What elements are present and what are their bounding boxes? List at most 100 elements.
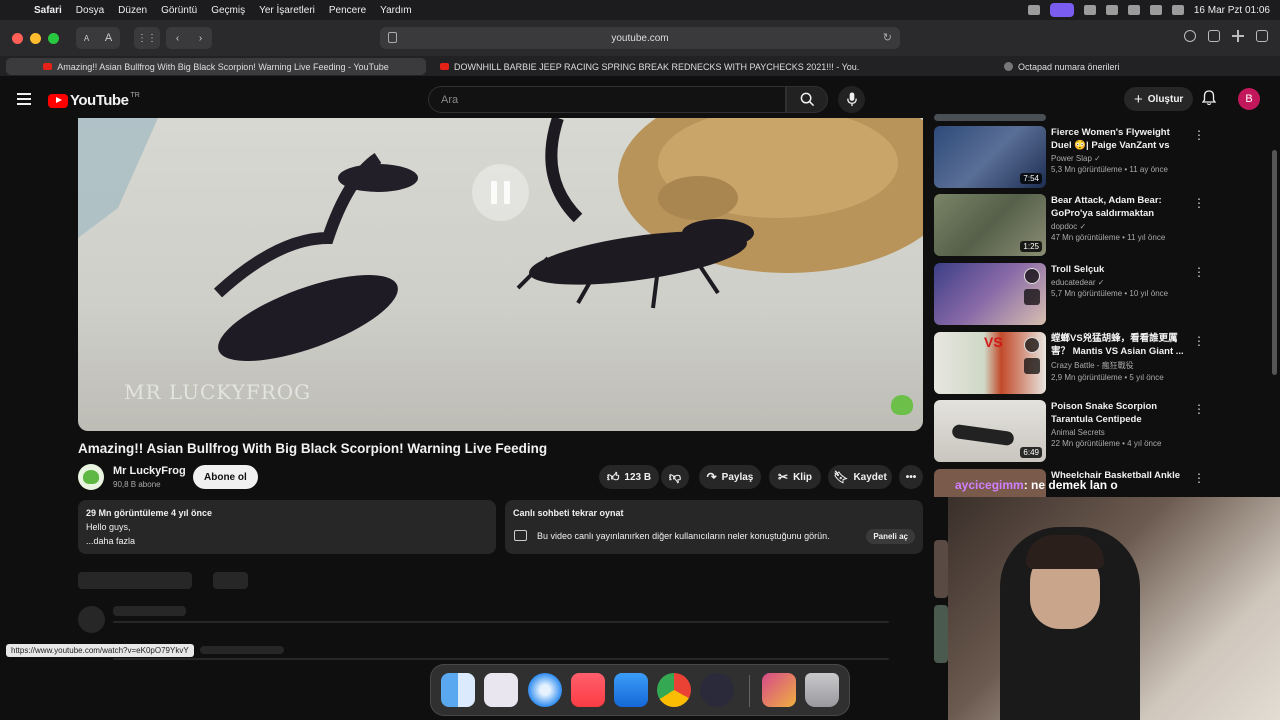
rec-thumbnail[interactable]: 7:54 — [934, 126, 1046, 188]
rec-video[interactable]: 6:49 Poison Snake Scorpion Tarantula Cen… — [934, 400, 1264, 462]
menu-yer-isaretleri[interactable]: Yer İşaretleri — [259, 5, 315, 16]
rec-video[interactable]: 7:54 Fierce Women's Flyweight Duel 😳| Pa… — [934, 126, 1264, 188]
voice-search-button[interactable] — [838, 86, 865, 113]
focus-icon[interactable] — [1149, 5, 1162, 15]
rec-more-icon[interactable]: ⋮ — [1193, 196, 1205, 210]
menu-goruntu[interactable]: Görüntü — [161, 5, 197, 16]
cloud-icon[interactable] — [1027, 5, 1040, 15]
reload-icon[interactable]: ↻ — [883, 31, 892, 44]
rec-video[interactable]: 1:25 Bear Attack, Adam Bear: GoPro'ya sa… — [934, 194, 1264, 256]
tab-overview-icon[interactable] — [1256, 30, 1268, 42]
download-icon[interactable] — [1184, 30, 1196, 42]
tab-youtube-barbie-jeep[interactable]: DOWNHILL BARBIE JEEP RACING SPRING BREAK… — [440, 58, 860, 75]
minimize-window-button[interactable] — [30, 32, 41, 44]
search-input[interactable]: Ara — [428, 86, 786, 113]
youtube-logo[interactable]: YouTube TR — [48, 92, 140, 109]
rec-channel[interactable]: educatedear ✓ — [1051, 278, 1186, 287]
menu-pencere[interactable]: Pencere — [329, 5, 366, 16]
rec-thumbnail[interactable] — [934, 263, 1046, 325]
tab-overview-button[interactable]: ⋮⋮ — [134, 27, 160, 49]
like-button[interactable]: 👍︎ 123 B — [599, 465, 659, 489]
address-bar[interactable]: youtube.com ↻ — [380, 27, 900, 49]
rec-title[interactable]: Bear Attack, Adam Bear: GoPro'ya saldırm… — [1051, 194, 1186, 220]
screen-record-icon[interactable] — [1049, 3, 1074, 17]
downloads-folder-icon[interactable] — [762, 673, 796, 707]
subscriber-count: 90,8 B abone — [113, 480, 161, 489]
menu-dosya[interactable]: Dosya — [76, 5, 104, 16]
rec-meta: 5,3 Mn görüntüleme • 11 ay önce — [1051, 165, 1168, 174]
rec-more-icon[interactable]: ⋮ — [1193, 128, 1205, 142]
youtube-favicon-icon — [440, 63, 449, 70]
new-tab-icon[interactable] — [1232, 30, 1244, 42]
more-actions-button[interactable]: ••• — [899, 465, 923, 489]
close-window-button[interactable] — [12, 32, 23, 44]
notifications-bell-icon[interactable] — [1202, 90, 1216, 106]
rec-channel[interactable]: dopdoc ✓ — [1051, 222, 1186, 231]
safari-icon[interactable] — [528, 673, 562, 707]
share-button[interactable]: ↷ Paylaş — [699, 465, 761, 489]
rec-channel[interactable]: Animal Secrets — [1051, 428, 1186, 437]
search-button[interactable] — [786, 86, 828, 113]
video-title: Amazing!! Asian Bullfrog With Big Black … — [78, 441, 548, 456]
reader-font-small-button[interactable]: A A — [76, 27, 120, 49]
menubar-clock[interactable]: 16 Mar Pzt 01:06 — [1194, 5, 1270, 16]
tab-octapad[interactable]: Octapad numara önerileri — [1004, 58, 1204, 75]
menu-safari[interactable]: Safari — [34, 5, 62, 16]
control-center-icon[interactable] — [1171, 5, 1184, 15]
rec-video[interactable]: VS 螳螂VS兇猛胡蜂，看看誰更厲害？ Mantis VS Asian Gian… — [934, 332, 1264, 394]
subscribe-button[interactable]: Abone ol — [193, 465, 258, 489]
chrome-icon[interactable] — [657, 673, 691, 707]
share-icon[interactable] — [1208, 30, 1220, 42]
rec-more-icon[interactable]: ⋮ — [1193, 402, 1205, 416]
clip-button[interactable]: ✂ Klip — [769, 465, 821, 489]
forward-icon[interactable]: › — [199, 33, 202, 44]
channel-name[interactable]: Mr LuckyFrog — [113, 465, 186, 477]
save-button[interactable]: 🔖︎ Kaydet — [828, 465, 892, 489]
rec-thumbnail[interactable]: VS — [934, 332, 1046, 394]
back-icon[interactable]: ‹ — [176, 33, 179, 44]
menu-icon[interactable] — [17, 93, 31, 105]
add-to-queue-icon[interactable] — [1024, 289, 1040, 305]
add-to-queue-icon[interactable] — [1024, 358, 1040, 374]
rec-channel[interactable]: Power Slap ✓ — [1051, 154, 1186, 163]
zoom-window-button[interactable] — [48, 32, 59, 44]
account-avatar[interactable]: B — [1238, 88, 1260, 110]
rec-more-icon[interactable]: ⋮ — [1193, 471, 1205, 485]
dislike-button[interactable]: 👎︎ — [661, 465, 689, 489]
music-icon[interactable] — [571, 673, 605, 707]
rec-more-icon[interactable]: ⋮ — [1193, 334, 1205, 348]
pause-button[interactable] — [472, 164, 529, 221]
address-text: youtube.com — [611, 32, 669, 44]
media-icon[interactable] — [1127, 5, 1140, 15]
menu-yardim[interactable]: Yardım — [380, 5, 412, 16]
video-player[interactable]: MR LUCKYFROG — [78, 118, 923, 431]
watch-later-icon[interactable] — [1024, 337, 1040, 353]
rec-more-icon[interactable]: ⋮ — [1193, 265, 1205, 279]
tab-youtube-bullfrog[interactable]: Amazing!! Asian Bullfrog With Big Black … — [6, 58, 426, 75]
finder-icon[interactable] — [441, 673, 475, 707]
create-button[interactable]: + Oluştur — [1124, 87, 1194, 111]
menu-gecmis[interactable]: Geçmiş — [211, 5, 245, 16]
rec-title[interactable]: 螳螂VS兇猛胡蜂，看看誰更厲害？ Mantis VS Asian Giant .… — [1051, 332, 1186, 358]
wifi-icon[interactable] — [1083, 5, 1096, 15]
launchpad-icon[interactable] — [484, 673, 518, 707]
rec-video[interactable]: Troll Selçuk educatedear ✓ 5,7 Mn görünt… — [934, 263, 1264, 325]
menu-duzen[interactable]: Düzen — [118, 5, 147, 16]
obs-icon[interactable] — [700, 673, 734, 707]
search-icon[interactable] — [1105, 5, 1118, 15]
description-box[interactable]: 29 Mn görüntüleme 4 yıl önce Hello guys,… — [78, 500, 496, 554]
rec-thumbnail[interactable]: 1:25 — [934, 194, 1046, 256]
rec-channel[interactable]: Crazy Battle - 瘋狂戰役 — [1051, 360, 1186, 371]
trash-icon[interactable] — [805, 673, 839, 707]
watch-later-icon[interactable] — [1024, 268, 1040, 284]
page-scrollbar[interactable] — [1272, 150, 1277, 375]
rec-title[interactable]: Troll Selçuk — [1051, 263, 1186, 276]
open-panel-button[interactable]: Paneli aç — [866, 529, 915, 544]
rec-thumbnail[interactable]: 6:49 — [934, 400, 1046, 462]
back-forward-buttons[interactable]: ‹ › — [166, 27, 212, 49]
xcode-icon[interactable] — [614, 673, 648, 707]
channel-avatar[interactable] — [78, 464, 104, 490]
show-more-link[interactable]: ...daha fazla — [86, 536, 488, 546]
rec-title[interactable]: Poison Snake Scorpion Tarantula Centiped… — [1051, 400, 1186, 426]
rec-title[interactable]: Fierce Women's Flyweight Duel 😳| Paige V… — [1051, 126, 1186, 152]
